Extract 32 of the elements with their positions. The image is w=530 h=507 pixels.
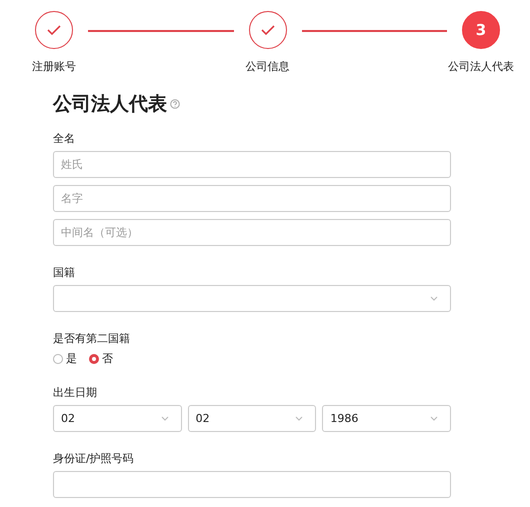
select-value: 02	[196, 412, 210, 425]
field-label: 全名	[53, 131, 76, 146]
step-label: 公司信息	[246, 59, 290, 74]
step-label: 注册账号	[32, 59, 76, 74]
step-label: 公司法人代表	[448, 59, 514, 74]
step-number: 3	[476, 21, 486, 39]
field-label: 出生日期	[53, 385, 98, 400]
check-icon	[47, 25, 61, 35]
select-field[interactable]: 1986	[322, 405, 452, 432]
caret-icon	[160, 416, 169, 421]
input-field[interactable]	[53, 471, 451, 498]
radio-button[interactable]	[89, 354, 99, 364]
select-value: 1986	[330, 412, 358, 425]
radio-option[interactable]: 是	[53, 351, 77, 366]
radio-button[interactable]	[53, 354, 63, 364]
input-field[interactable]: 姓氏	[53, 151, 451, 178]
select-field[interactable]	[53, 285, 451, 312]
caret-icon	[430, 416, 438, 421]
caret-icon	[295, 416, 304, 421]
select-field[interactable]: 02	[188, 405, 316, 432]
select-value: 02	[61, 412, 75, 425]
radio-option[interactable]: 否	[89, 351, 113, 366]
section-title: 公司法人代表	[53, 92, 167, 117]
check-icon	[260, 25, 274, 35]
input-field[interactable]: 中间名（可选）	[53, 219, 451, 246]
caret-icon	[430, 296, 438, 301]
help-icon[interactable]	[170, 99, 180, 109]
field-label: 国籍	[53, 265, 76, 280]
input-field[interactable]: 名字	[53, 185, 451, 212]
field-label: 身份证/护照号码	[53, 451, 135, 466]
field-label: 是否有第二国籍	[53, 331, 131, 346]
select-field[interactable]: 02	[53, 405, 182, 432]
